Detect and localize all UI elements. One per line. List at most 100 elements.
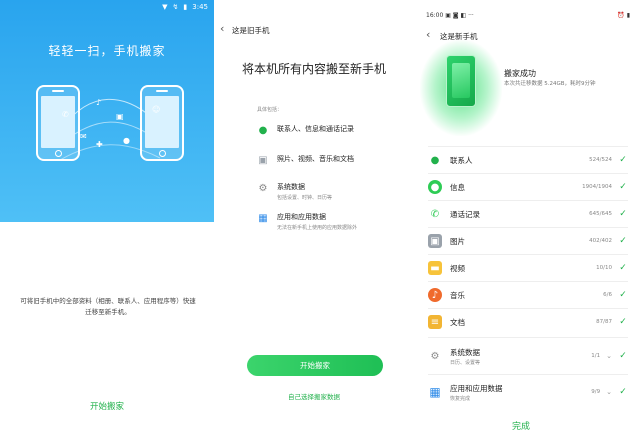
result-row-apps[interactable]: ▦ 应用和应用数据 恢复完成 9/9 ⌄ ✓ [428, 378, 628, 406]
result-row-title: 系统数据 [450, 347, 480, 357]
check-icon: ✓ [619, 209, 627, 219]
success-title: 搬家成功 [504, 69, 536, 78]
old-phone-icon [36, 85, 80, 161]
description-card: 可将旧手机中的全部资料（相册、联系人、应用程序等）快速迁移至新手机。 [10, 222, 206, 394]
description-text: 可将旧手机中的全部资料（相册、联系人、应用程序等）快速迁移至新手机。 [20, 297, 196, 316]
dot-icon: ● [123, 136, 130, 145]
result-row-name: 文档 [450, 317, 465, 327]
gear-icon: ⚙ [430, 350, 440, 362]
includes-label: 具体包括： [257, 107, 283, 113]
new-phone-icon [140, 85, 184, 161]
result-row-count: 1/1 [591, 353, 601, 359]
result-row-name: 联系人 [450, 155, 473, 165]
result-row-count: 645/645 [589, 211, 612, 217]
chevron-down-icon[interactable]: ⌄ [606, 352, 612, 360]
result-row-name: 图片 [450, 236, 465, 246]
result-row-name: 音乐 [450, 290, 465, 300]
result-row-sub: 日历、设置等 [450, 359, 481, 366]
result-row-photos: ▣ 图片 402/402 ✓ [428, 229, 628, 253]
contact-icon: ● [430, 154, 440, 166]
status-bar-left: 16:00 ▣ ◙ ◧ ··· [426, 12, 474, 19]
include-row-contacts: ● 联系人、信息和通话记录 [257, 124, 354, 136]
check-icon: ✓ [619, 263, 627, 273]
result-row-name: 系统数据 日历、设置等 [450, 347, 591, 366]
back-chevron-icon[interactable]: ‹ [220, 22, 224, 35]
message-icon: ● [428, 180, 442, 194]
result-row-sub: 恢复完成 [450, 395, 471, 402]
result-row-system[interactable]: ⚙ 系统数据 日历、设置等 1/1 ⌄ ✓ [428, 342, 628, 370]
result-row-contacts: ● 联系人 524/524 ✓ [428, 148, 628, 172]
result-row-count: 1904/1904 [582, 184, 612, 190]
image-icon: ▣ [116, 112, 124, 121]
check-icon: ✓ [619, 317, 627, 327]
result-row-count: 10/10 [596, 265, 612, 271]
result-row-music: ♪ 音乐 6/6 ✓ [428, 283, 628, 307]
check-icon: ✓ [619, 351, 627, 361]
gear-icon: ⚙ [258, 182, 268, 194]
result-row-messages: ● 信息 1904/1904 ✓ [428, 175, 628, 199]
result-row-title: 应用和应用数据 [450, 383, 503, 393]
signal-icon: ↯ [172, 3, 179, 11]
folder-icon: ▬ [428, 261, 442, 275]
contact-person-icon: ● [258, 124, 268, 136]
old-phone-confirm-screen: ‹ 这是旧手机 将本机所有内容搬至新手机 具体包括： ● 联系人、信息和通话记录… [214, 0, 414, 432]
include-row-title: 联系人、信息和通话记录 [277, 125, 354, 133]
check-icon: ✓ [619, 387, 627, 397]
result-row-name: 视频 [450, 263, 465, 273]
hero-title: 轻轻一扫，手机搬家 [48, 44, 166, 58]
new-phone-result-screen: 16:00 ▣ ◙ ◧ ··· ⏰ ▮ ‹ 这是新手机 搬家成功 本次共迁移数据… [414, 0, 640, 432]
apps-grid-icon: ▦ [429, 385, 441, 399]
app-plus-icon: ✚ [96, 140, 103, 149]
include-row-title: 照片、视频、音乐和文档 [277, 155, 354, 163]
message-icon: ✉ [80, 132, 87, 141]
include-row-sub: 无法在新手机上使用的应用数据除外 [277, 225, 358, 231]
status-bar: ▼ ↯ ▮ 3:45 [162, 3, 208, 11]
result-row-name: 信息 [450, 182, 465, 192]
custom-select-link[interactable]: 自己选择搬家数据 [214, 391, 414, 401]
result-row-calls: ✆ 通话记录 645/645 ✓ [428, 202, 628, 226]
photo-icon: ▣ [258, 154, 268, 166]
old-phone-intro-screen: ▼ ↯ ▮ 3:45 轻轻一扫，手机搬家 ♪ ✆ ▣ ☺ ✉ ✚ ● 可将旧手机… [0, 0, 214, 432]
phone-call-icon: ✆ [62, 110, 69, 119]
check-icon: ✓ [619, 182, 627, 192]
include-row-apps: ▦ 应用和应用数据 无法在新手机上使用的应用数据除外 [257, 212, 358, 232]
result-row-name: 应用和应用数据 恢复完成 [450, 383, 591, 402]
hero-banner: ▼ ↯ ▮ 3:45 轻轻一扫，手机搬家 ♪ ✆ ▣ ☺ ✉ ✚ ● [0, 0, 214, 222]
page-title: 这是旧手机 [232, 26, 270, 35]
include-row-sub: 包括设置、时钟、日历等 [277, 195, 333, 201]
result-row-count: 87/87 [596, 319, 612, 325]
status-bar-right: ⏰ ▮ [617, 12, 630, 19]
check-icon: ✓ [619, 290, 627, 300]
result-row-count: 524/524 [589, 157, 612, 163]
result-row-documents: ≡ 文档 87/87 ✓ [428, 310, 628, 334]
start-move-link[interactable]: 开始搬家 [0, 400, 214, 412]
phone-call-icon: ✆ [430, 208, 440, 220]
wifi-icon: ▼ [162, 3, 168, 11]
result-row-count: 6/6 [603, 292, 612, 298]
result-row-count: 9/9 [591, 389, 601, 395]
document-icon: ≡ [428, 315, 442, 329]
music-note-icon: ♪ [96, 98, 102, 107]
check-icon: ✓ [619, 236, 627, 246]
complete-button[interactable]: 完成 [414, 419, 628, 432]
main-heading: 将本机所有内容搬至新手机 [241, 62, 386, 76]
status-time: 3:45 [192, 3, 208, 11]
battery-icon: ▮ [183, 3, 188, 11]
result-row-videos: ▬ 视频 10/10 ✓ [428, 256, 628, 280]
success-summary: 本次共迁移数据 5.24GB，耗时9分钟 [504, 81, 596, 87]
photo-icon: ▣ [428, 234, 442, 248]
include-row-title: 系统数据 [277, 183, 305, 191]
start-move-button[interactable]: 开始搬家 [247, 355, 383, 376]
back-chevron-icon[interactable]: ‹ [426, 28, 430, 41]
result-row-count: 402/402 [589, 238, 612, 244]
success-phone-icon [446, 55, 476, 107]
include-row-media: ▣ 照片、视频、音乐和文档 [257, 154, 354, 166]
include-row-title: 应用和应用数据 [277, 213, 326, 221]
include-row-system: ⚙ 系统数据 包括设置、时钟、日历等 [257, 182, 333, 202]
check-icon: ✓ [619, 155, 627, 165]
apps-grid-icon: ▦ [258, 212, 268, 224]
music-icon: ♪ [428, 288, 442, 302]
result-row-name: 通话记录 [450, 209, 480, 219]
chevron-down-icon[interactable]: ⌄ [606, 388, 612, 396]
contact-icon: ☺ [152, 105, 161, 114]
